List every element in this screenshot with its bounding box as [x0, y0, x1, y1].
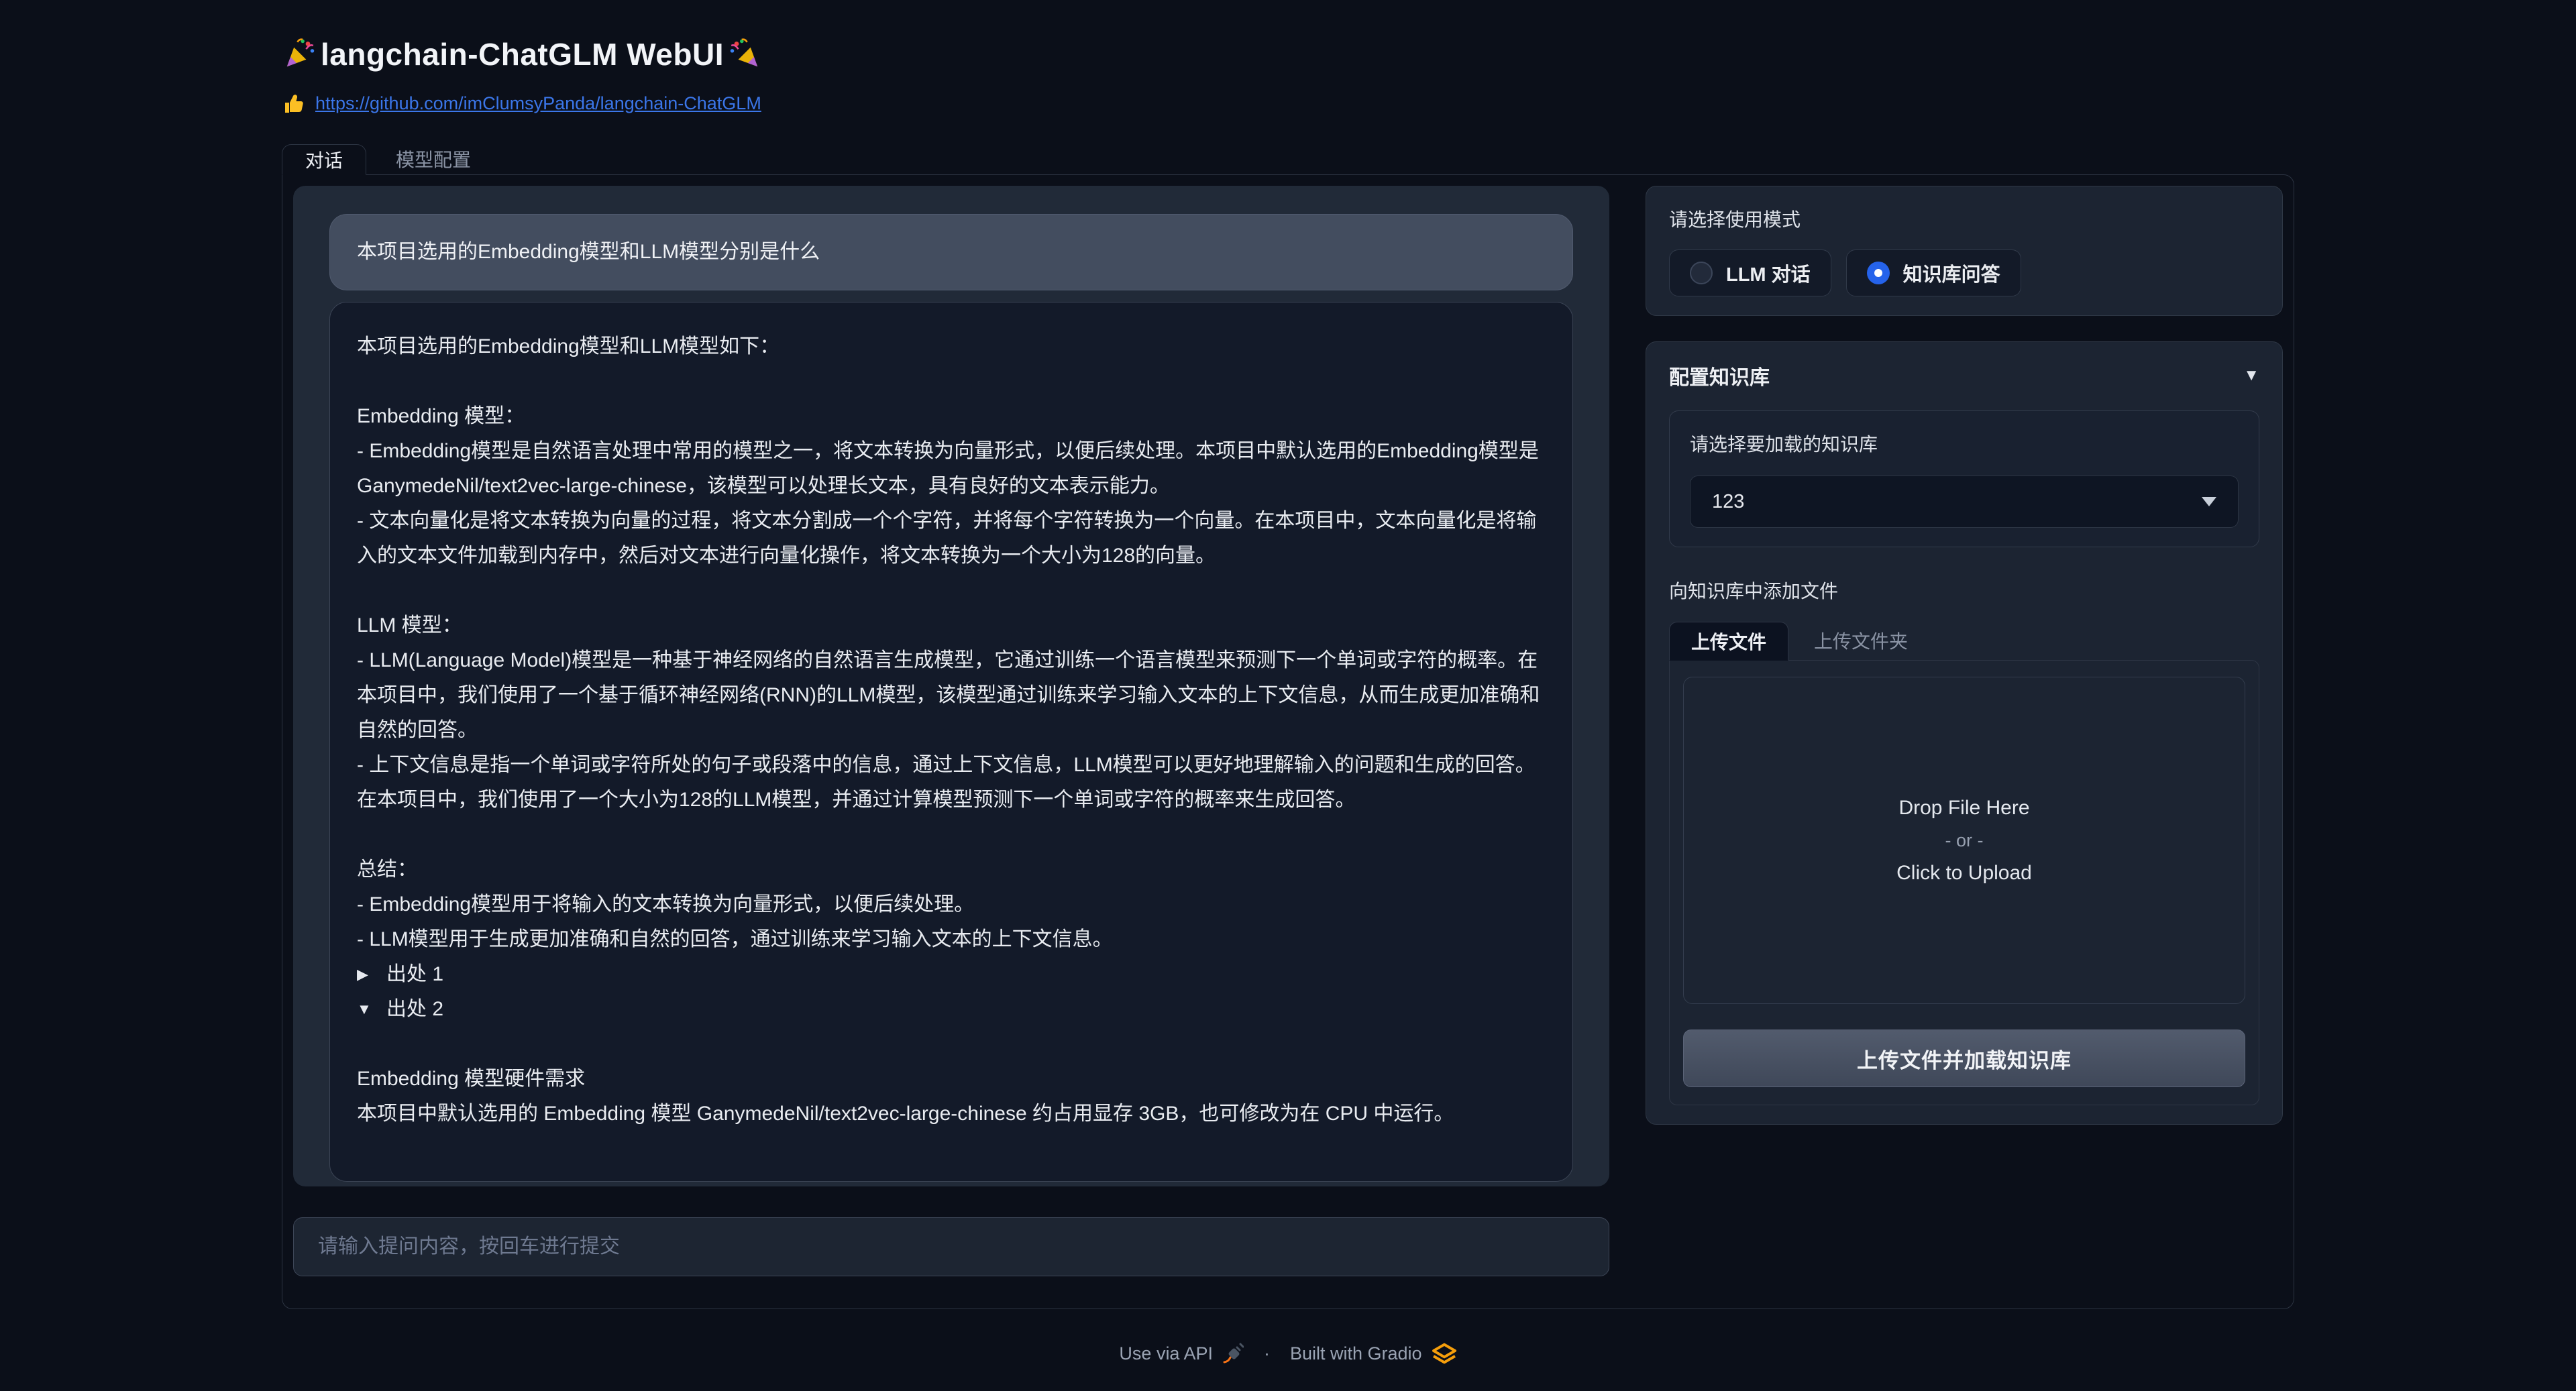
- chat-column: 本项目选用的Embedding模型和LLM模型分别是什么 本项目选用的Embed…: [293, 186, 1609, 1276]
- bot-paragraph: 本项目选用的Embedding模型和LLM模型如下：: [357, 329, 1546, 364]
- bot-paragraph: Embedding 模型硬件需求 本项目中默认选用的 Embedding 模型 …: [357, 1062, 1546, 1131]
- kb-config-accordion: 配置知识库 ▼ 请选择要加载的知识库 123 向知识库中添加文件 上传文件 上传…: [1646, 341, 2283, 1125]
- upload-tabbar: 上传文件 上传文件夹: [1669, 621, 2259, 660]
- built-with-gradio-link[interactable]: Built with Gradio: [1290, 1343, 1422, 1364]
- page-title: langchain-ChatGLM WebUI: [321, 36, 724, 72]
- radio-label: LLM 对话: [1726, 259, 1811, 287]
- app-container: langchain-ChatGLM WebUI https://github.c…: [282, 0, 2294, 1364]
- kb-select-box: 请选择要加载的知识库 123: [1669, 410, 2259, 547]
- gradio-logo-icon: [1432, 1343, 1457, 1364]
- bot-paragraph: 总结： - Embedding模型用于将输入的文本转换为向量形式，以便后续处理。…: [357, 852, 1546, 957]
- page-header: langchain-ChatGLM WebUI: [282, 36, 2294, 72]
- source-details-1[interactable]: ▶ 出处 1: [357, 957, 1546, 992]
- tab-upload-file[interactable]: 上传文件: [1669, 622, 1788, 661]
- mode-select-block: 请选择使用模式 LLM 对话 知识库问答: [1646, 186, 2283, 316]
- dropdown-caret-icon: [2202, 497, 2216, 506]
- chatbot[interactable]: 本项目选用的Embedding模型和LLM模型分别是什么 本项目选用的Embed…: [293, 186, 1609, 1186]
- source-details-2[interactable]: ▼ 出处 2: [357, 992, 1546, 1027]
- radio-knowledge-qa[interactable]: 知识库问答: [1846, 249, 2021, 296]
- main-tabbar: 对话 模型配置: [282, 144, 2294, 174]
- chat-input-block: [293, 1217, 1609, 1276]
- gradio-footer: Use via API · Built with Gradio: [282, 1343, 2294, 1364]
- settings-column: 请选择使用模式 LLM 对话 知识库问答 配置知识库 ▼: [1646, 186, 2283, 1125]
- source-label: 出处 1: [386, 957, 443, 992]
- radio-unselected-icon[interactable]: [1690, 262, 1713, 284]
- accordion-header[interactable]: 配置知识库 ▼: [1669, 361, 2259, 390]
- upload-and-load-kb-button[interactable]: 上传文件并加载知识库: [1683, 1030, 2245, 1087]
- accordion-caret-icon[interactable]: ▼: [2243, 366, 2259, 385]
- kb-select-label: 请选择要加载的知识库: [1690, 430, 2239, 457]
- tab-panel: 本项目选用的Embedding模型和LLM模型分别是什么 本项目选用的Embed…: [282, 174, 2294, 1309]
- footer-separator: ·: [1264, 1343, 1270, 1364]
- accordion-title: 配置知识库: [1669, 361, 1770, 390]
- chat-input[interactable]: [293, 1217, 1609, 1276]
- bot-message: 本项目选用的Embedding模型和LLM模型如下： Embedding 模型：…: [329, 302, 1573, 1182]
- source-label: 出处 2: [386, 992, 443, 1027]
- bot-paragraph: LLM 模型： - LLM(Language Model)模型是一种基于神经网络…: [357, 608, 1546, 818]
- use-via-api-link[interactable]: Use via API: [1119, 1343, 1213, 1364]
- tab-chat[interactable]: 对话: [282, 144, 366, 175]
- dropzone-line2: - or -: [1945, 830, 1984, 851]
- kb-dropdown[interactable]: 123: [1690, 476, 2239, 528]
- radio-llm-chat[interactable]: LLM 对话: [1669, 249, 1831, 296]
- dropzone-line3: Click to Upload: [1896, 862, 2032, 885]
- radio-label: 知识库问答: [1903, 259, 2000, 287]
- radio-selected-icon[interactable]: [1867, 262, 1890, 284]
- github-repo-link[interactable]: https://github.com/imClumsyPanda/langcha…: [315, 93, 761, 114]
- user-message: 本项目选用的Embedding模型和LLM模型分别是什么: [329, 214, 1573, 290]
- party-popper-icon: [728, 37, 763, 72]
- party-popper-icon: [282, 37, 317, 72]
- thumbs-up-icon: [282, 91, 306, 115]
- repo-link-row: https://github.com/imClumsyPanda/langcha…: [282, 91, 2294, 115]
- triangle-down-icon: ▼: [357, 992, 377, 1027]
- upload-tab-panel: Drop File Here - or - Click to Upload 上传…: [1669, 660, 2259, 1105]
- tab-model-config[interactable]: 模型配置: [366, 144, 500, 174]
- file-dropzone[interactable]: Drop File Here - or - Click to Upload: [1683, 677, 2245, 1004]
- tab-upload-folder[interactable]: 上传文件夹: [1788, 621, 1933, 660]
- kb-add-file-label: 向知识库中添加文件: [1669, 577, 2259, 604]
- bot-paragraph: Embedding 模型： - Embedding模型是自然语言处理中常用的模型…: [357, 399, 1546, 573]
- plug-icon: [1222, 1343, 1244, 1364]
- mode-select-label: 请选择使用模式: [1669, 205, 2259, 232]
- dropzone-line1: Drop File Here: [1898, 797, 2029, 820]
- mode-radio-group: LLM 对话 知识库问答: [1669, 249, 2259, 296]
- kb-dropdown-value: 123: [1712, 491, 2202, 513]
- triangle-right-icon: ▶: [357, 957, 377, 992]
